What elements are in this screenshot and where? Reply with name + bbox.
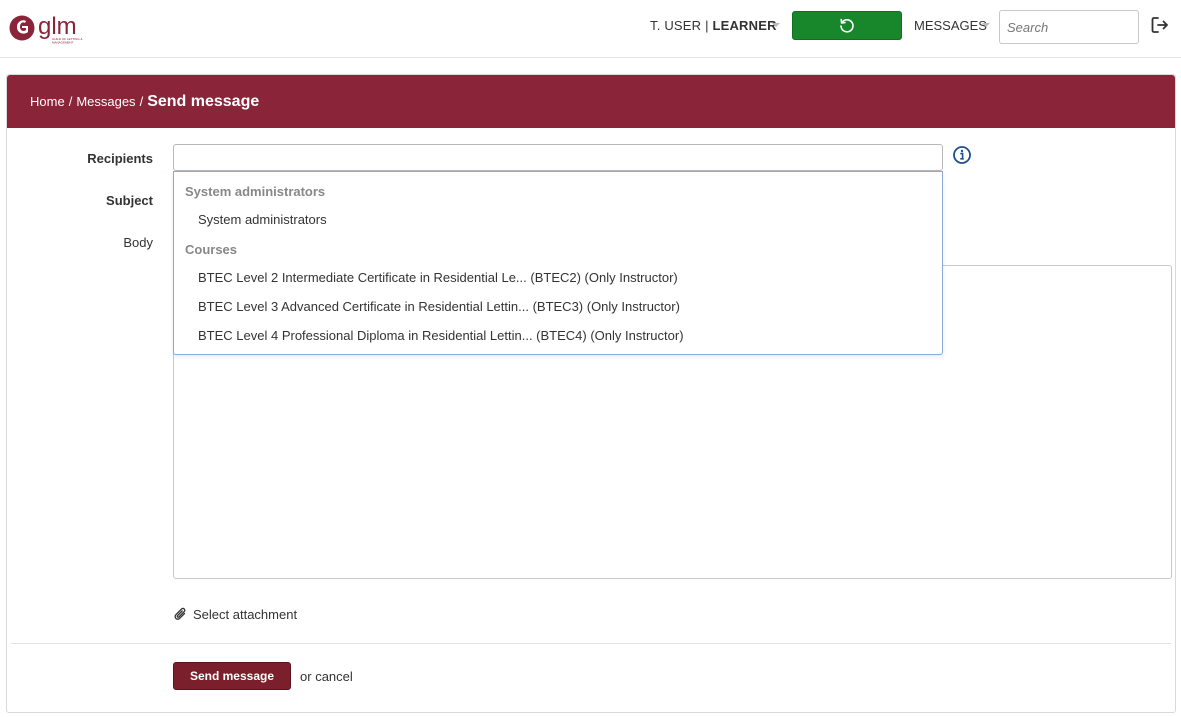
form-divider (11, 643, 1171, 644)
user-menu-caret-icon[interactable] (772, 23, 780, 27)
or-text: or (300, 669, 312, 684)
subject-label: Subject (106, 193, 153, 208)
refresh-icon (840, 18, 854, 33)
dropdown-option[interactable]: BTEC Level 2 Intermediate Certificate in… (198, 270, 678, 285)
refresh-button[interactable] (792, 11, 902, 40)
body-label: Body (123, 235, 153, 250)
recipients-input[interactable] (173, 144, 943, 171)
breadcrumb: Home / Messages / Send message (30, 93, 259, 111)
or-cancel: or cancel (300, 669, 353, 684)
dropdown-option[interactable]: BTEC Level 4 Professional Diploma in Res… (198, 328, 684, 343)
cancel-link[interactable]: cancel (315, 669, 353, 684)
svg-text:glm: glm (38, 13, 77, 40)
info-icon[interactable] (952, 145, 972, 165)
breadcrumb-separator: / (139, 94, 144, 109)
panel-header: Home / Messages / Send message (7, 75, 1175, 128)
messages-menu[interactable]: MESSAGES (914, 18, 987, 33)
top-bar: glm GUILD OF LETTING & MANAGEMENT T. USE… (0, 0, 1181, 58)
select-attachment-link[interactable]: Select attachment (173, 606, 297, 623)
svg-text:MANAGEMENT: MANAGEMENT (52, 41, 74, 45)
dropdown-option[interactable]: System administrators (198, 212, 327, 227)
user-name: T. USER (650, 18, 702, 33)
breadcrumb-messages[interactable]: Messages (76, 94, 135, 109)
user-role: LEARNER (712, 18, 777, 33)
glm-logo[interactable]: glm GUILD OF LETTING & MANAGEMENT (8, 10, 103, 46)
search-input[interactable] (999, 10, 1139, 44)
user-separator: | (705, 18, 709, 33)
recipients-label: Recipients (87, 151, 153, 166)
logo-image: glm GUILD OF LETTING & MANAGEMENT (9, 13, 83, 45)
dropdown-group-label: System administrators (185, 184, 326, 199)
send-message-panel: Home / Messages / Send message Recipients Su… (6, 74, 1176, 713)
user-menu[interactable]: T. USER | LEARNER (650, 18, 777, 33)
select-attachment-label: Select attachment (193, 607, 298, 622)
page-title: Send message (147, 93, 260, 110)
dropdown-option[interactable]: BTEC Level 3 Advanced Certificate in Res… (198, 299, 680, 314)
messages-caret-icon[interactable] (982, 23, 990, 27)
recipients-dropdown: System administrators System administrat… (173, 171, 943, 355)
logout-icon[interactable] (1150, 15, 1170, 35)
breadcrumb-separator: / (68, 94, 73, 109)
paperclip-icon (174, 607, 186, 620)
send-message-button[interactable]: Send message (173, 662, 291, 690)
breadcrumb-home[interactable]: Home (30, 94, 65, 109)
dropdown-group-label: Courses (185, 242, 238, 257)
